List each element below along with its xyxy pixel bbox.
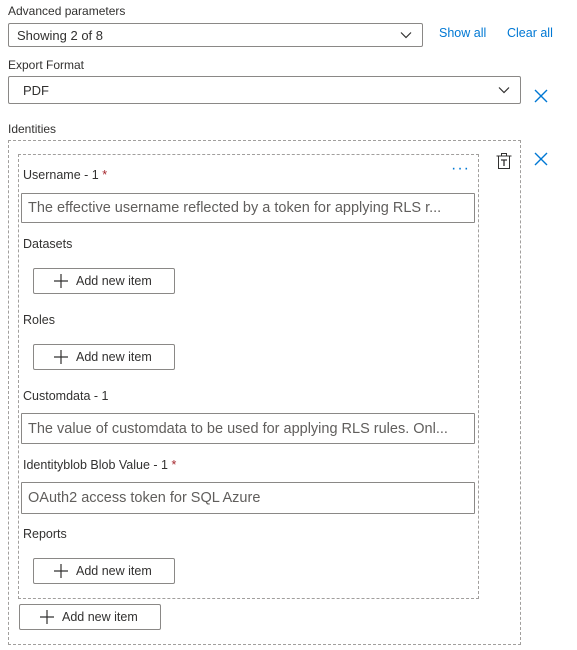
plus-icon (54, 274, 68, 288)
export-format-value: PDF (23, 82, 49, 98)
chevron-down-icon (498, 87, 510, 94)
roles-add-label: Add new item (76, 350, 152, 364)
identityblob-placeholder: OAuth2 access token for SQL Azure (28, 490, 261, 506)
customdata-placeholder: The value of customdata to be used for a… (28, 420, 448, 437)
remove-identities-close-icon[interactable] (534, 152, 548, 166)
advanced-parameters-label: Advanced parameters (8, 4, 126, 18)
reports-label: Reports (23, 527, 67, 541)
required-marker: * (171, 458, 177, 472)
required-marker: * (102, 168, 108, 182)
remove-export-format-close-icon[interactable] (534, 89, 548, 103)
identities-add-label: Add new item (62, 610, 138, 624)
export-format-label: Export Format (8, 58, 85, 72)
datasets-add-label: Add new item (76, 274, 152, 288)
plus-icon (40, 610, 54, 624)
datasets-label: Datasets (23, 237, 73, 251)
customdata-input[interactable]: The value of customdata to be used for a… (21, 413, 475, 444)
advanced-parameters-select[interactable]: Showing 2 of 8 (8, 23, 423, 47)
customdata-label: Customdata - 1 (23, 389, 109, 403)
identities-label: Identities (8, 122, 57, 136)
show-all-link[interactable]: Show all (439, 26, 486, 40)
identityblob-input[interactable]: OAuth2 access token for SQL Azure (21, 482, 475, 514)
datasets-add-new-item-button[interactable]: Add new item (33, 268, 175, 294)
delete-item-icon[interactable] (495, 152, 513, 170)
roles-label: Roles (23, 313, 55, 327)
username-label-text: Username - 1 (23, 168, 99, 182)
chevron-down-icon (400, 32, 412, 39)
plus-icon (54, 564, 68, 578)
identities-add-new-item-button[interactable]: Add new item (19, 604, 161, 630)
identityblob-label-text: Identityblob Blob Value - 1 (23, 458, 169, 472)
username-placeholder: The effective username reflected by a to… (28, 200, 442, 216)
reports-add-label: Add new item (76, 564, 152, 578)
roles-add-new-item-button[interactable]: Add new item (33, 344, 175, 370)
advanced-parameters-value: Showing 2 of 8 (17, 27, 104, 43)
username-input[interactable]: The effective username reflected by a to… (21, 193, 475, 223)
reports-add-new-item-button[interactable]: Add new item (33, 558, 175, 584)
clear-all-link[interactable]: Clear all (507, 26, 553, 40)
more-options-icon[interactable]: ··· (451, 160, 470, 178)
identityblob-label: Identityblob Blob Value - 1 * (23, 458, 176, 472)
export-format-select[interactable]: PDF (8, 76, 521, 104)
plus-icon (54, 350, 68, 364)
username-label: Username - 1 * (23, 168, 107, 182)
